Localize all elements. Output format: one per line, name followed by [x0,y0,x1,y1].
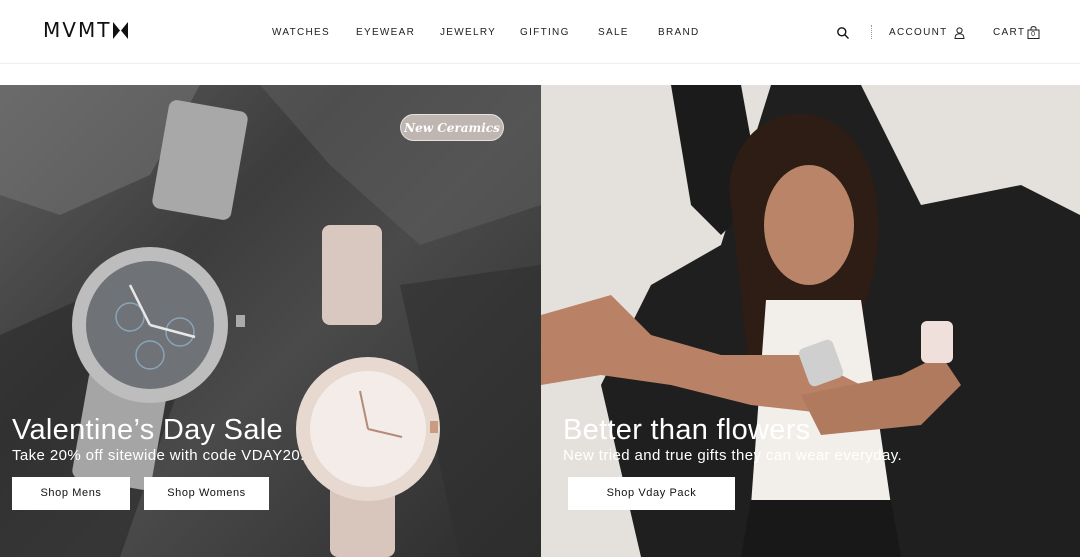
nav-eyewear[interactable]: EYEWEAR [356,27,415,39]
bag-icon: 0 [1027,26,1040,39]
site-header: MVMT WATCHES EYEWEAR JEWELRY GIFTING SAL… [0,0,1080,64]
header-divider [871,25,872,39]
account-label: ACCOUNT [889,27,948,38]
cart-count: 0 [1031,31,1037,38]
nav-watches[interactable]: WATCHES [272,27,330,39]
hero-better-than-flowers: Better than flowers New tried and true g… [541,85,1080,557]
account-link[interactable]: ACCOUNT [889,27,965,39]
shop-mens-button[interactable]: Shop Mens [12,477,130,510]
hero-valentines-sale: New Ceramics Valentine’s Day Sale Take 2… [0,85,541,557]
cart-label: CART [993,26,1026,38]
nav-jewelry[interactable]: JEWELRY [440,27,496,39]
nav-gifting[interactable]: GIFTING [520,27,570,39]
search-icon[interactable] [836,26,850,40]
shop-vday-pack-button[interactable]: Shop Vday Pack [568,477,735,510]
shop-womens-button[interactable]: Shop Womens [144,477,269,510]
hero-right-title: Better than flowers [563,414,811,446]
nav-brand[interactable]: BRAND [658,27,700,39]
hero-right-subtitle: New tried and true gifts they can wear e… [563,447,903,464]
hero-left-subtitle: Take 20% off sitewide with code VDAY20. [12,447,305,464]
hero-left-title: Valentine’s Day Sale [12,414,283,446]
cart-link[interactable]: CART 0 [993,26,1040,39]
header-spacer [0,64,1080,85]
new-ceramics-badge: New Ceramics [400,114,504,141]
nav-sale[interactable]: SALE [598,27,629,39]
user-icon [954,27,965,39]
